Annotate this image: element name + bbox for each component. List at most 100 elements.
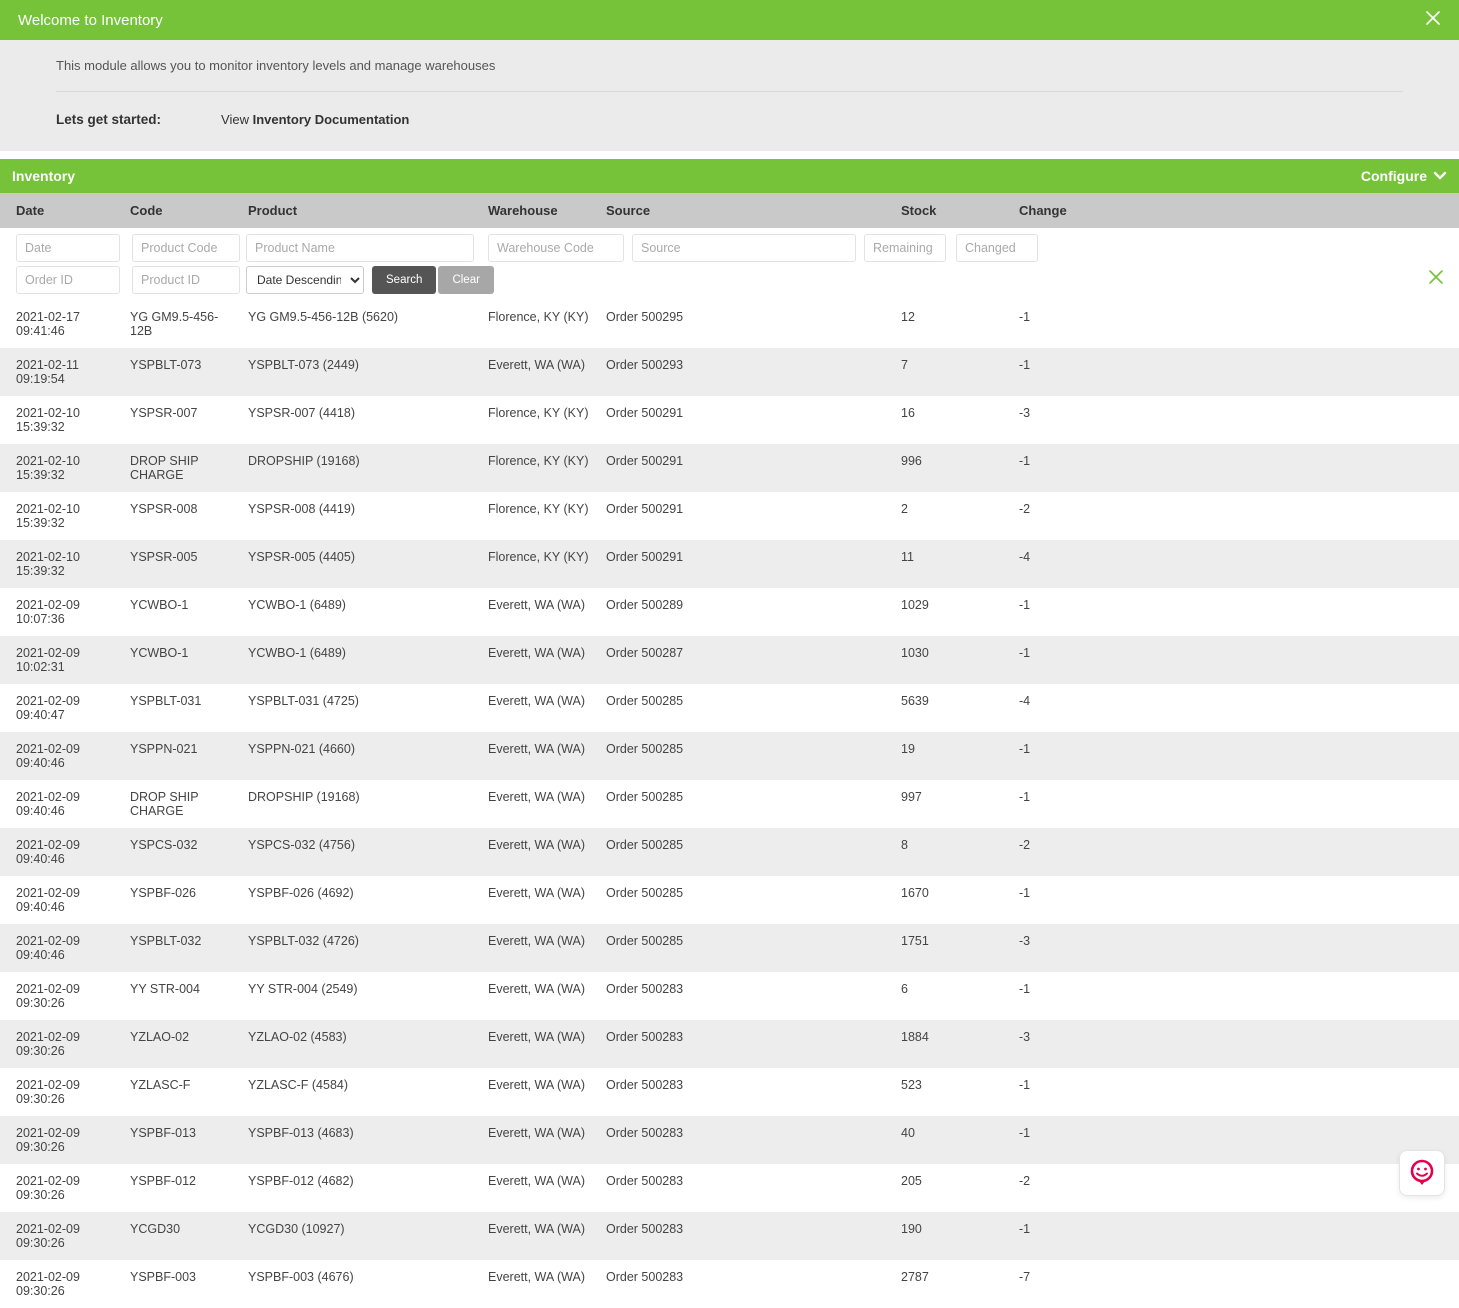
cell-product: YSPBF-012 (4682) [240,1164,480,1212]
col-header-date[interactable]: Date [0,193,122,228]
table-row[interactable]: 2021-02-09 09:40:46YSPCS-032YSPCS-032 (4… [0,828,1459,876]
cell-product: YSPBF-026 (4692) [240,876,480,924]
cell-change: -4 [1011,540,1459,588]
cell-change: -2 [1011,828,1459,876]
cell-stock: 2787 [893,1260,1011,1308]
cell-change: -3 [1011,1020,1459,1068]
table-row[interactable]: 2021-02-09 09:30:26YSPBF-012YSPBF-012 (4… [0,1164,1459,1212]
filter-product-id[interactable] [132,266,240,294]
cell-warehouse: Florence, KY (KY) [480,540,598,588]
cell-product: YSPBF-013 (4683) [240,1116,480,1164]
inventory-documentation-link[interactable]: Inventory Documentation [253,112,410,127]
cell-change: -1 [1011,1116,1459,1164]
table-row[interactable]: 2021-02-10 15:39:32YSPSR-007YSPSR-007 (4… [0,396,1459,444]
cell-change: -1 [1011,300,1459,348]
cell-source: Order 500283 [598,1116,893,1164]
cell-warehouse: Florence, KY (KY) [480,396,598,444]
cell-source: Order 500283 [598,1164,893,1212]
cell-source: Order 500285 [598,684,893,732]
cell-warehouse: Everett, WA (WA) [480,684,598,732]
cell-source: Order 500285 [598,780,893,828]
cell-product: YCWBO-1 (6489) [240,588,480,636]
cell-code: YG GM9.5-456-12B [122,300,240,348]
inventory-header: Inventory Configure [0,159,1459,193]
table-row[interactable]: 2021-02-09 09:30:26YZLAO-02YZLAO-02 (458… [0,1020,1459,1068]
col-header-stock[interactable]: Stock [893,193,1011,228]
cell-change: -3 [1011,924,1459,972]
chat-widget-button[interactable] [1399,1150,1445,1196]
cell-code: YCGD30 [122,1212,240,1260]
cell-date: 2021-02-09 09:40:47 [0,684,122,732]
table-row[interactable]: 2021-02-10 15:39:32YSPSR-005YSPSR-005 (4… [0,540,1459,588]
cell-product: YSPBLT-073 (2449) [240,348,480,396]
table-row[interactable]: 2021-02-09 10:02:31YCWBO-1YCWBO-1 (6489)… [0,636,1459,684]
filter-stock[interactable] [864,234,946,262]
table-row[interactable]: 2021-02-09 09:30:26YY STR-004YY STR-004 … [0,972,1459,1020]
cell-product: YY STR-004 (2549) [240,972,480,1020]
table-row[interactable]: 2021-02-09 09:30:26YSPBF-013YSPBF-013 (4… [0,1116,1459,1164]
filter-change[interactable] [956,234,1038,262]
cell-change: -3 [1011,396,1459,444]
cell-product: YSPSR-005 (4405) [240,540,480,588]
table-row[interactable]: 2021-02-10 15:39:32YSPSR-008YSPSR-008 (4… [0,492,1459,540]
search-button[interactable]: Search [372,266,436,294]
cell-stock: 6 [893,972,1011,1020]
filter-product[interactable] [246,234,474,262]
cell-source: Order 500283 [598,1260,893,1308]
table-row[interactable]: 2021-02-09 09:40:46YSPPN-021YSPPN-021 (4… [0,732,1459,780]
table-row[interactable]: 2021-02-09 09:30:26YCGD30YCGD30 (10927)E… [0,1212,1459,1260]
cell-stock: 997 [893,780,1011,828]
filter-row-1 [6,234,1453,262]
sort-select[interactable]: Date Descending [246,266,364,294]
cell-source: Order 500283 [598,972,893,1020]
close-icon[interactable] [1425,10,1441,30]
col-header-product[interactable]: Product [240,193,480,228]
filter-code[interactable] [132,234,240,262]
table-row[interactable]: 2021-02-09 09:40:46YSPBF-026YSPBF-026 (4… [0,876,1459,924]
table-row[interactable]: 2021-02-09 09:40:46YSPBLT-032YSPBLT-032 … [0,924,1459,972]
cell-source: Order 500293 [598,348,893,396]
cell-code: YSPBF-012 [122,1164,240,1212]
cell-source: Order 500283 [598,1020,893,1068]
filter-date[interactable] [16,234,120,262]
cell-stock: 1884 [893,1020,1011,1068]
cell-code: YSPBLT-073 [122,348,240,396]
col-header-source[interactable]: Source [598,193,893,228]
cell-date: 2021-02-09 09:30:26 [0,1020,122,1068]
table-row[interactable]: 2021-02-09 09:40:47YSPBLT-031YSPBLT-031 … [0,684,1459,732]
filter-source[interactable] [632,234,856,262]
col-header-warehouse[interactable]: Warehouse [480,193,598,228]
configure-button[interactable]: Configure [1361,168,1447,184]
clear-button[interactable]: Clear [438,266,493,294]
cell-code: YY STR-004 [122,972,240,1020]
table-row[interactable]: 2021-02-09 10:07:36YCWBO-1YCWBO-1 (6489)… [0,588,1459,636]
cell-date: 2021-02-17 09:41:46 [0,300,122,348]
close-filter-icon[interactable] [1427,268,1445,290]
cell-change: -2 [1011,1164,1459,1212]
cell-source: Order 500291 [598,444,893,492]
cell-warehouse: Everett, WA (WA) [480,1020,598,1068]
welcome-description: This module allows you to monitor invent… [56,58,1403,92]
filter-order-id[interactable] [16,266,120,294]
cell-product: YSPBLT-031 (4725) [240,684,480,732]
cell-date: 2021-02-10 15:39:32 [0,540,122,588]
welcome-title: Welcome to Inventory [18,12,163,29]
cell-warehouse: Florence, KY (KY) [480,300,598,348]
table-row[interactable]: 2021-02-17 09:41:46YG GM9.5-456-12BYG GM… [0,300,1459,348]
cell-date: 2021-02-09 09:30:26 [0,1116,122,1164]
table-row[interactable]: 2021-02-09 09:30:26YSPBF-003YSPBF-003 (4… [0,1260,1459,1308]
table-row[interactable]: 2021-02-11 09:19:54YSPBLT-073YSPBLT-073 … [0,348,1459,396]
table-row[interactable]: 2021-02-09 09:30:26YZLASC-FYZLASC-F (458… [0,1068,1459,1116]
table-row[interactable]: 2021-02-09 09:40:46DROP SHIP CHARGEDROPS… [0,780,1459,828]
cell-code: YSPSR-007 [122,396,240,444]
cell-date: 2021-02-09 09:30:26 [0,1260,122,1308]
filter-warehouse[interactable] [488,234,624,262]
cell-stock: 190 [893,1212,1011,1260]
col-header-change[interactable]: Change [1011,193,1459,228]
cell-stock: 996 [893,444,1011,492]
table-row[interactable]: 2021-02-10 15:39:32DROP SHIP CHARGEDROPS… [0,444,1459,492]
col-header-code[interactable]: Code [122,193,240,228]
cell-change: -1 [1011,636,1459,684]
cell-warehouse: Everett, WA (WA) [480,876,598,924]
cell-date: 2021-02-09 09:30:26 [0,972,122,1020]
